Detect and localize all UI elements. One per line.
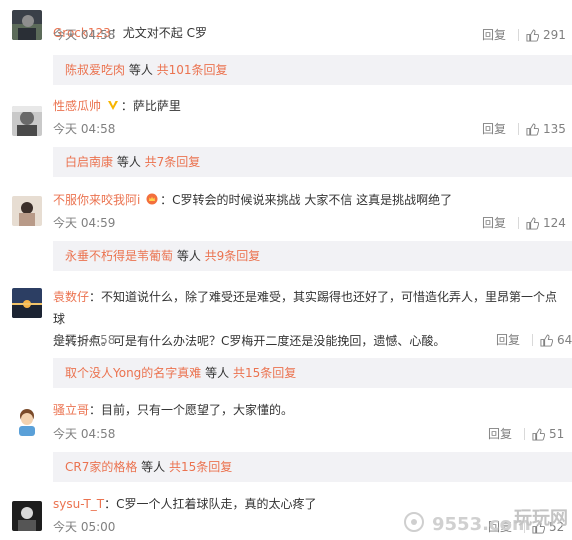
thumbs-up-icon — [526, 123, 539, 136]
divider — [532, 334, 533, 346]
like-button[interactable]: 52 — [532, 519, 564, 535]
divider — [518, 123, 519, 135]
reply-user[interactable]: 白启南康 — [65, 155, 113, 169]
avatar[interactable] — [12, 288, 42, 318]
username[interactable]: 性感瓜帅 — [53, 99, 101, 113]
like-count: 135 — [543, 122, 566, 136]
reply-button[interactable]: 回复 — [488, 519, 518, 535]
comment-text: ：目前，只有一个愿望了，大家懂的。 — [89, 403, 294, 417]
avatar[interactable] — [12, 196, 42, 226]
comment-text: ：不知道说什么，除了难受还是难受，其实踢得也还好了，可惜造化弄人，里昂第一个点球 — [53, 290, 558, 326]
avatar[interactable] — [12, 501, 42, 531]
avatar[interactable] — [12, 106, 42, 136]
reply-count[interactable]: 共15条回复 — [233, 366, 296, 380]
verified-v-icon — [107, 101, 118, 110]
thumbs-up-icon — [532, 428, 545, 441]
comment-text: ：萨比萨里 — [120, 99, 181, 113]
like-count: 51 — [549, 427, 565, 441]
reply-mid: 等人 — [137, 460, 169, 474]
like-button[interactable]: 51 — [532, 426, 564, 442]
reply-count[interactable]: 共7条回复 — [145, 155, 201, 169]
comment-content: sysu-T_T：C罗一个人扛着球队走，真的太心疼了 — [53, 494, 564, 514]
like-count: 52 — [549, 520, 565, 534]
reply-user[interactable]: CR7家的格格 — [65, 460, 137, 474]
vip-crown-icon — [146, 193, 158, 205]
reply-button[interactable]: 回复 — [496, 332, 526, 348]
reply-summary[interactable]: 陈叔爱吃肉 等人 共101条回复 — [53, 55, 572, 85]
divider — [518, 217, 519, 229]
like-button[interactable]: 135 — [526, 121, 566, 137]
reply-mid: 等人 — [201, 366, 233, 380]
divider — [518, 29, 519, 41]
reply-summary[interactable]: 永垂不朽得是苇葡萄 等人 共9条回复 — [53, 241, 572, 271]
reply-button[interactable]: 回复 — [482, 121, 512, 137]
reply-count[interactable]: 共15条回复 — [169, 460, 232, 474]
comment-content: 不服你来咬我阿i ：C罗转会的时候说来挑战 大家不信 这真是挑战啊绝了 — [53, 190, 564, 210]
timestamp: 今天 04:58 — [53, 28, 116, 42]
like-count: 64 — [557, 333, 572, 347]
timestamp: 今天 05:00 — [53, 520, 116, 534]
avatar[interactable] — [12, 10, 42, 40]
like-button[interactable]: 291 — [526, 27, 566, 43]
reply-summary[interactable]: CR7家的格格 等人 共15条回复 — [53, 452, 572, 482]
comment-text: ：C罗一个人扛着球队走，真的太心疼了 — [104, 497, 317, 511]
like-button[interactable]: 64 — [540, 332, 572, 348]
thumbs-up-icon — [532, 521, 545, 534]
reply-user[interactable]: 取个没人Yong的名字真难 — [65, 366, 201, 380]
thumbs-up-icon — [526, 29, 539, 42]
timestamp: 今天 04:58 — [53, 333, 116, 347]
avatar[interactable] — [12, 406, 42, 436]
comment-list: Grock123：尤文对不起 C罗 今天 04:58 回复 291 陈叔爱吃肉 … — [0, 0, 572, 540]
like-count: 291 — [543, 28, 566, 42]
reply-mid: 等人 — [113, 155, 145, 169]
divider — [524, 521, 525, 533]
username[interactable]: 不服你来咬我阿i — [53, 193, 140, 207]
reply-count[interactable]: 共9条回复 — [205, 249, 261, 263]
reply-user[interactable]: 永垂不朽得是苇葡萄 — [65, 249, 173, 263]
comment-content: 骚立哥：目前，只有一个愿望了，大家懂的。 — [53, 400, 564, 420]
username[interactable]: 骚立哥 — [53, 403, 89, 417]
comment-text: ：C罗转会的时候说来挑战 大家不信 这真是挑战啊绝了 — [160, 193, 453, 207]
reply-count[interactable]: 共101条回复 — [157, 63, 228, 77]
comment-text: ：尤文对不起 C罗 — [110, 26, 207, 40]
thumbs-up-icon — [526, 217, 539, 230]
reply-user[interactable]: 陈叔爱吃肉 — [65, 63, 125, 77]
comment-content: 袁数仔：不知道说什么，除了难受还是难受，其实踢得也还好了，可惜造化弄人，里昂第一… — [53, 286, 564, 352]
reply-mid: 等人 — [125, 63, 157, 77]
username[interactable]: sysu-T_T — [53, 497, 104, 511]
thumbs-up-icon — [540, 334, 553, 347]
divider — [524, 428, 525, 440]
username[interactable]: 袁数仔 — [53, 290, 89, 304]
comment-content: 性感瓜帅 ：萨比萨里 — [53, 96, 564, 116]
reply-button[interactable]: 回复 — [482, 215, 512, 231]
reply-mid: 等人 — [173, 249, 205, 263]
timestamp: 今天 04:58 — [53, 122, 116, 136]
timestamp: 今天 04:59 — [53, 216, 116, 230]
reply-button[interactable]: 回复 — [488, 426, 518, 442]
reply-summary[interactable]: 白启南康 等人 共7条回复 — [53, 147, 572, 177]
like-button[interactable]: 124 — [526, 215, 566, 231]
like-count: 124 — [543, 216, 566, 230]
reply-summary[interactable]: 取个没人Yong的名字真难 等人 共15条回复 — [53, 358, 572, 388]
timestamp: 今天 04:58 — [53, 427, 116, 441]
reply-button[interactable]: 回复 — [482, 27, 512, 43]
